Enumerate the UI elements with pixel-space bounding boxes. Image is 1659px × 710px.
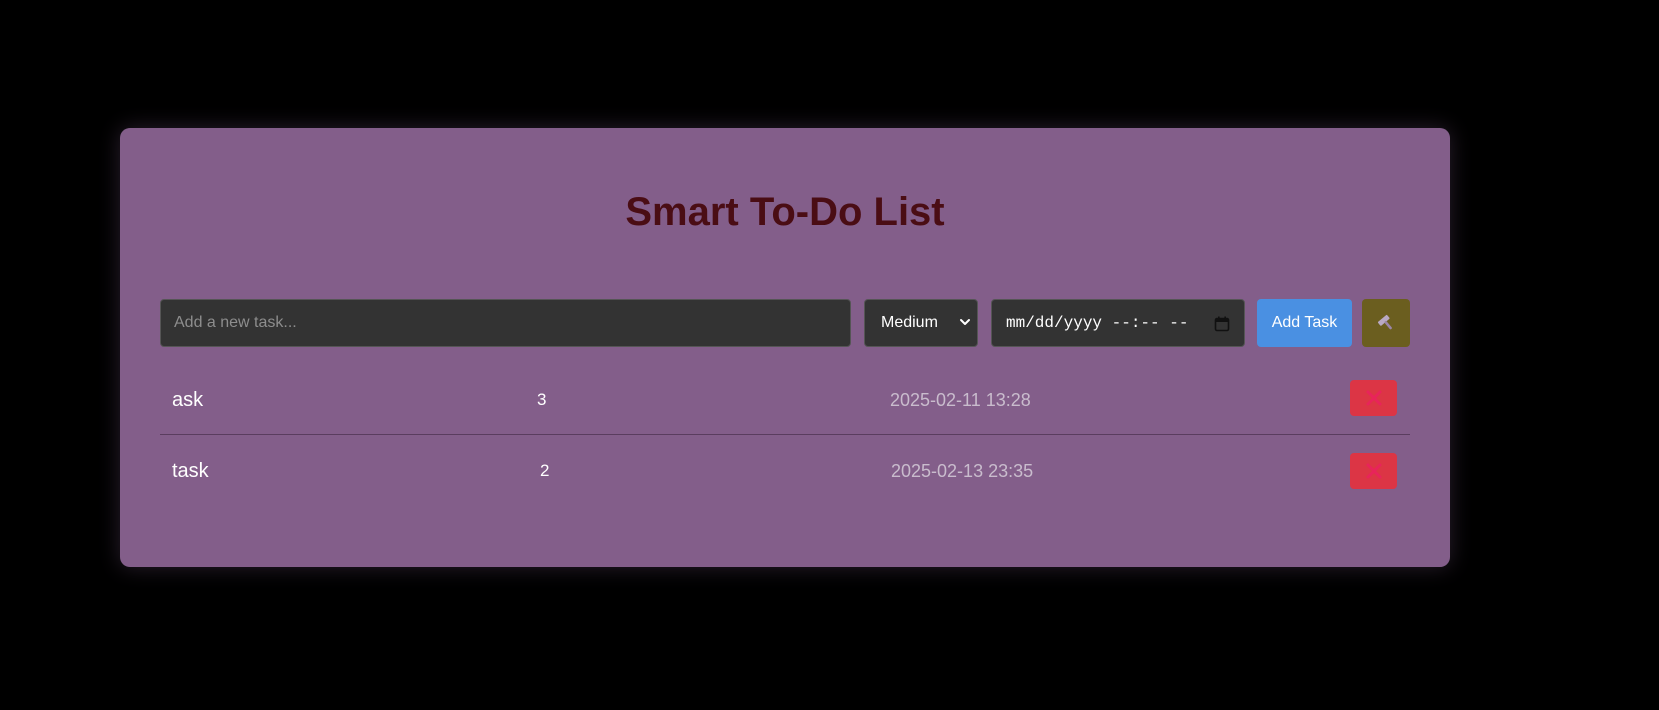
priority-selected-value: Medium [881, 314, 938, 331]
hammer-icon [1377, 314, 1392, 330]
task-priority: 3 [537, 390, 547, 409]
delete-task-button[interactable] [1350, 453, 1397, 489]
task-name: ask [172, 389, 204, 411]
task-name: task [172, 460, 209, 482]
task-due-date: 2025-02-13 23:35 [891, 461, 1034, 481]
priority-select[interactable]: Medium [864, 299, 978, 347]
chevron-down-icon [960, 319, 970, 325]
task-input[interactable] [160, 299, 851, 347]
due-date-input[interactable]: mm/dd/yyyy --:-- -- [991, 299, 1245, 347]
close-icon [1366, 463, 1381, 479]
page-title: Smart To-Do List [625, 190, 945, 234]
tool-button[interactable] [1362, 299, 1410, 347]
todo-card: Smart To-Do List Medium mm/dd/yyyy --:--… [120, 128, 1450, 567]
add-task-controls: Medium mm/dd/yyyy --:-- -- Add Task [160, 299, 1410, 347]
task-due-date: 2025-02-11 13:28 [890, 390, 1031, 410]
close-icon [1366, 390, 1381, 406]
due-date-placeholder: mm/dd/yyyy --:-- -- [1006, 314, 1189, 332]
task-row: task 2 2025-02-13 23:35 [160, 435, 1410, 508]
task-list: ask 3 2025-02-11 13:28 task 2 2025-02-13… [160, 362, 1410, 508]
delete-task-button[interactable] [1350, 380, 1397, 416]
task-row: ask 3 2025-02-11 13:28 [160, 362, 1410, 435]
add-task-button[interactable]: Add Task [1257, 299, 1352, 347]
task-priority: 2 [540, 461, 550, 480]
calendar-icon[interactable] [1214, 316, 1230, 332]
